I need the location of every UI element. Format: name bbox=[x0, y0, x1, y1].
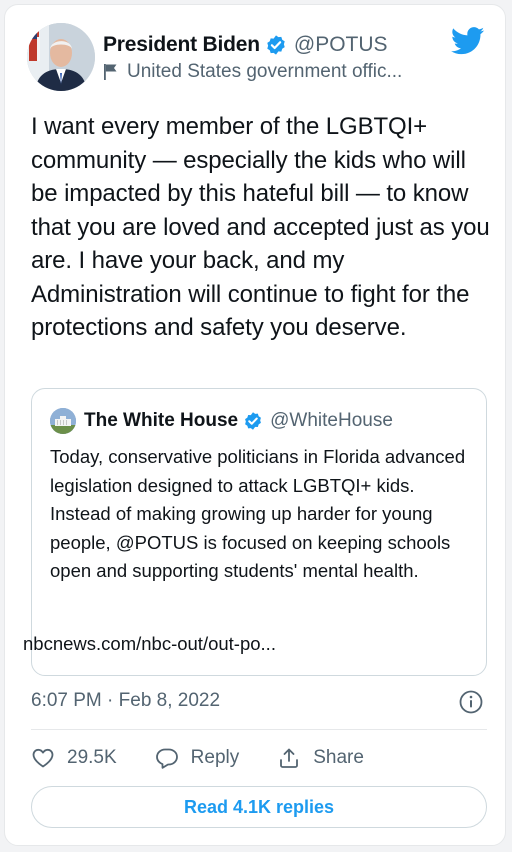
like-count: 29.5K bbox=[67, 747, 117, 768]
share-label: Share bbox=[313, 747, 364, 768]
quote-author-name[interactable]: The White House bbox=[84, 410, 238, 432]
flag-icon bbox=[103, 63, 118, 81]
read-replies-button[interactable]: Read 4.1K replies bbox=[31, 786, 487, 828]
reply-button[interactable]: Reply bbox=[155, 746, 240, 770]
author-name[interactable]: President Biden bbox=[103, 33, 260, 57]
government-label: United States government offic... bbox=[127, 61, 403, 82]
share-icon bbox=[280, 748, 299, 768]
tweet-text: I want every member of the LGBTQI+ commu… bbox=[31, 113, 490, 341]
quote-author-handle[interactable]: @WhiteHouse bbox=[270, 410, 393, 432]
author-avatar[interactable] bbox=[27, 23, 95, 91]
twitter-bird-icon[interactable] bbox=[450, 27, 485, 55]
verified-badge-icon bbox=[265, 34, 287, 56]
author-handle[interactable]: @POTUS bbox=[294, 33, 388, 57]
share-button[interactable]: Share bbox=[277, 746, 364, 770]
verified-badge-icon bbox=[243, 411, 263, 431]
government-label-row[interactable]: United States government offic... bbox=[103, 61, 402, 83]
quote-link[interactable]: nbcnews.com/nbc-out/out-po... bbox=[23, 633, 276, 655]
heart-icon bbox=[32, 748, 54, 768]
speech-bubble-icon bbox=[155, 748, 178, 769]
like-button[interactable]: 29.5K bbox=[31, 746, 117, 770]
reply-label: Reply bbox=[190, 747, 240, 768]
quote-text: Today, conservative politicians in Flori… bbox=[50, 446, 466, 581]
author-name-row: President Biden @POTUS bbox=[103, 31, 388, 59]
quote-author-avatar[interactable] bbox=[50, 408, 76, 434]
quote-author-row: The White House @WhiteHouse bbox=[84, 408, 393, 434]
divider bbox=[31, 729, 487, 730]
info-icon[interactable] bbox=[459, 690, 483, 714]
tweet-timestamp[interactable]: 6:07 PM · Feb 8, 2022 bbox=[31, 690, 220, 712]
tweet-card: President Biden @POTUS United States gov… bbox=[4, 4, 506, 846]
action-bar: 29.5K Reply Share bbox=[31, 743, 402, 773]
